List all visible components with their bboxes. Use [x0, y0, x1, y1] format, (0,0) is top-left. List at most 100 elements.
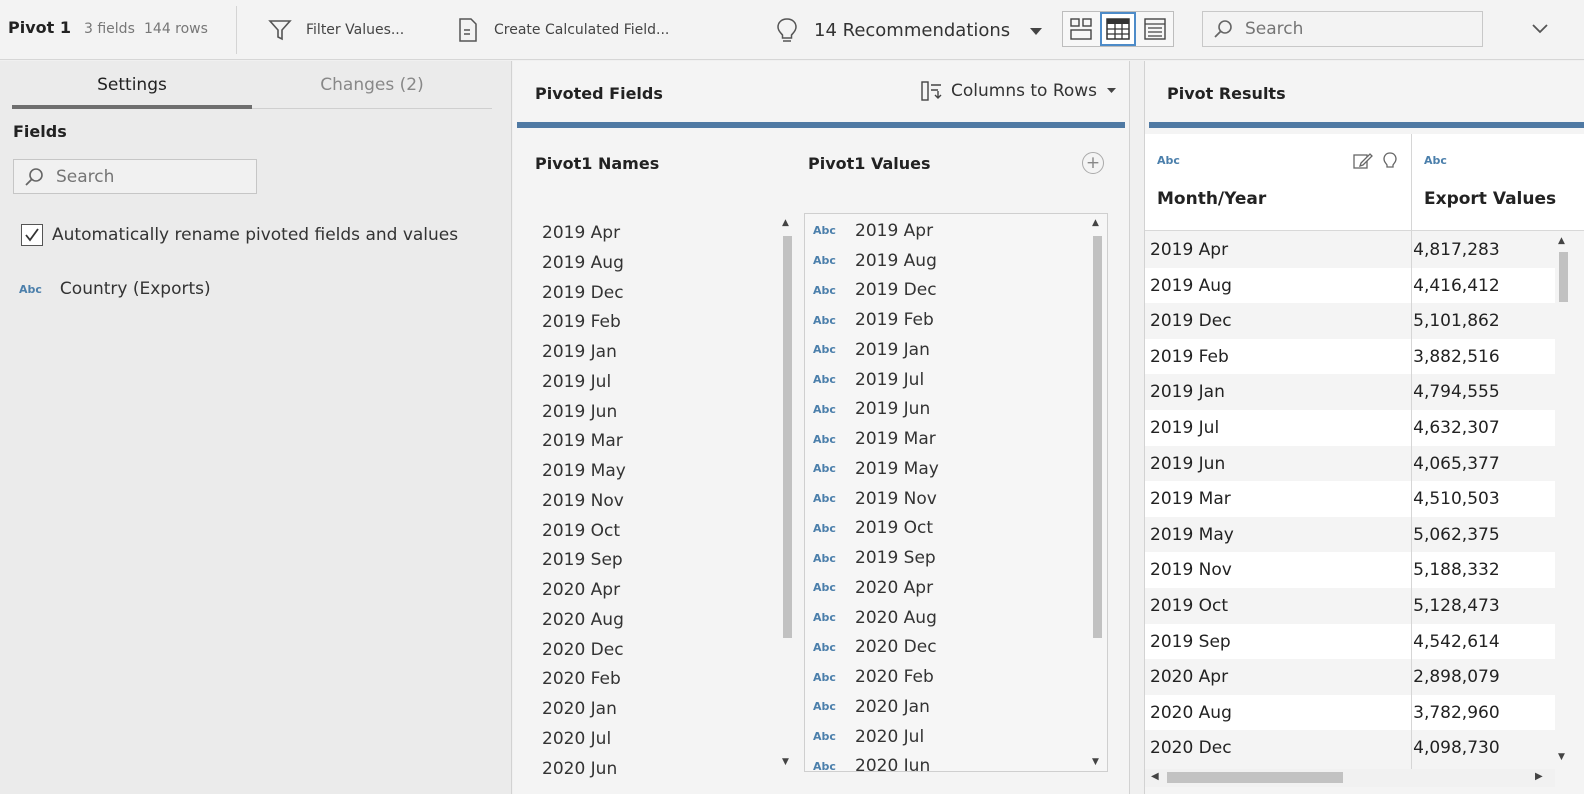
cell-export-values[interactable]: 5,101,862	[1407, 303, 1555, 339]
table-row[interactable]: 2019 Mar 4,510,503	[1145, 481, 1555, 517]
scrollbar-thumb[interactable]	[1093, 236, 1102, 638]
scroll-down-icon[interactable]: ▼	[1092, 757, 1099, 767]
pivot-name-item[interactable]: 2019 Sep	[542, 545, 772, 575]
table-row[interactable]: 2019 Sep 4,542,614	[1145, 623, 1555, 660]
cell-export-values[interactable]: 4,098,730	[1407, 730, 1555, 766]
pivot-value-item[interactable]: Abc 2019 Jul	[805, 365, 1089, 395]
scrollbar-thumb[interactable]	[1167, 772, 1343, 783]
cell-export-values[interactable]: 4,542,614	[1407, 624, 1555, 660]
scroll-right-icon[interactable]: ▶	[1535, 771, 1543, 782]
cell-export-values[interactable]: 3,882,516	[1407, 339, 1555, 375]
pivot-value-item[interactable]: Abc 2019 May	[805, 454, 1089, 484]
results-vertical-scrollbar[interactable]: ▲ ▼	[1557, 232, 1569, 766]
table-row[interactable]: 2019 Jan 4,794,555	[1145, 374, 1555, 410]
names-scrollbar[interactable]: ▲ ▼	[781, 218, 793, 770]
pivot-value-item[interactable]: Abc 2019 Jan	[805, 335, 1089, 365]
pivot-value-item[interactable]: Abc 2019 Oct	[805, 514, 1089, 544]
table-row[interactable]: 2019 Oct 5,128,473	[1145, 587, 1555, 624]
results-horizontal-scrollbar[interactable]: ◀ ▶	[1145, 769, 1555, 787]
values-scrollbar[interactable]: ▲ ▼	[1091, 218, 1103, 770]
fields-search[interactable]	[13, 159, 257, 194]
pivot-value-item[interactable]: Abc 2019 Mar	[805, 424, 1089, 454]
pivot-value-item[interactable]: Abc 2020 Aug	[805, 603, 1089, 633]
pivot-value-item[interactable]: Abc 2020 Dec	[805, 633, 1089, 663]
table-row[interactable]: 2019 Dec 5,101,862	[1145, 303, 1555, 339]
pivot-value-item[interactable]: Abc 2019 Nov	[805, 484, 1089, 514]
scroll-down-icon[interactable]: ▼	[1558, 752, 1565, 762]
cell-export-values[interactable]: 4,817,283	[1407, 232, 1555, 268]
cell-month-year[interactable]: 2019 Oct	[1145, 588, 1407, 624]
pivot-value-item[interactable]: Abc 2019 Sep	[805, 543, 1089, 573]
cell-month-year[interactable]: 2019 Nov	[1145, 552, 1407, 588]
list-view-button[interactable]	[1136, 12, 1173, 46]
cell-month-year[interactable]: 2020 Aug	[1145, 695, 1407, 731]
cell-export-values[interactable]: 4,510,503	[1407, 481, 1555, 517]
cell-month-year[interactable]: 2019 Feb	[1145, 339, 1407, 375]
pivot-value-item[interactable]: Abc 2020 Feb	[805, 662, 1089, 692]
pivot-name-item[interactable]: 2019 Oct	[542, 516, 772, 546]
table-row[interactable]: 2020 Aug 3,782,960	[1145, 694, 1555, 731]
pivot-name-item[interactable]: 2020 Dec	[542, 635, 772, 665]
cell-export-values[interactable]: 5,062,375	[1407, 517, 1555, 553]
cell-export-values[interactable]: 5,188,332	[1407, 552, 1555, 588]
grid-view-button[interactable]	[1099, 12, 1137, 46]
pivot-value-item[interactable]: Abc 2019 Apr	[805, 216, 1089, 246]
pivot-name-item[interactable]: 2020 Aug	[542, 605, 772, 635]
recommendations-dropdown[interactable]: 14 Recommendations	[776, 14, 1043, 46]
pivot-name-item[interactable]: 2019 Jan	[542, 337, 772, 367]
column-header-export-values[interactable]: Abc Export Values	[1412, 134, 1584, 231]
pivot-value-item[interactable]: Abc 2019 Aug	[805, 246, 1089, 276]
table-row[interactable]: 2019 Aug 4,416,412	[1145, 267, 1555, 304]
tab-changes[interactable]: Changes (2)	[252, 75, 492, 109]
pivot-value-item[interactable]: Abc 2020 Jul	[805, 722, 1089, 752]
filter-values-button[interactable]: Filter Values...	[268, 14, 404, 46]
scroll-down-icon[interactable]: ▼	[782, 757, 789, 767]
cell-month-year[interactable]: 2019 Sep	[1145, 624, 1407, 660]
create-calculated-field-button[interactable]: Create Calculated Field...	[458, 14, 669, 46]
profile-view-button[interactable]	[1063, 12, 1100, 46]
toolbar-search[interactable]	[1202, 11, 1483, 47]
cell-month-year[interactable]: 2019 Dec	[1145, 303, 1407, 339]
scroll-up-icon[interactable]: ▲	[1558, 236, 1565, 246]
pivot-name-item[interactable]: 2019 Jun	[542, 397, 772, 427]
pivot-name-item[interactable]: 2019 Apr	[542, 218, 772, 248]
pivot-name-item[interactable]: 2020 Jan	[542, 694, 772, 724]
fields-search-input[interactable]	[56, 166, 246, 187]
table-row[interactable]: 2020 Dec 4,098,730	[1145, 730, 1555, 766]
table-row[interactable]: 2019 Feb 3,882,516	[1145, 338, 1555, 375]
table-row[interactable]: 2019 Jul 4,632,307	[1145, 409, 1555, 446]
table-row[interactable]: 2019 Nov 5,188,332	[1145, 552, 1555, 588]
pivot-name-item[interactable]: 2019 Jul	[542, 367, 772, 397]
cell-export-values[interactable]: 4,065,377	[1407, 446, 1555, 482]
cell-month-year[interactable]: 2019 Jan	[1145, 374, 1407, 410]
pivot-name-item[interactable]: 2019 Nov	[542, 486, 772, 516]
scrollbar-thumb[interactable]	[783, 236, 792, 638]
field-item[interactable]: Abc Country (Exports)	[19, 279, 211, 299]
tab-settings[interactable]: Settings	[12, 75, 252, 109]
pivot-value-item[interactable]: Abc 2020 Apr	[805, 573, 1089, 603]
pivot-name-item[interactable]: 2019 Dec	[542, 278, 772, 308]
pivot-name-item[interactable]: 2019 May	[542, 456, 772, 486]
add-pivot-column-button[interactable]: +	[1082, 152, 1104, 174]
pivot-name-item[interactable]: 2019 Feb	[542, 307, 772, 337]
pivot-value-item[interactable]: Abc 2020 Jun	[805, 752, 1089, 771]
cell-export-values[interactable]: 4,632,307	[1407, 410, 1555, 446]
rename-edit-icon[interactable]	[1353, 152, 1373, 174]
cell-export-values[interactable]: 3,782,960	[1407, 695, 1555, 731]
pivot-value-item[interactable]: Abc 2020 Jan	[805, 692, 1089, 722]
cell-month-year[interactable]: 2020 Apr	[1145, 659, 1407, 695]
pivot-name-item[interactable]: 2020 Jul	[542, 724, 772, 754]
pivot-value-item[interactable]: Abc 2019 Jun	[805, 395, 1089, 425]
table-row[interactable]: 2019 Apr 4,817,283	[1145, 232, 1555, 268]
cell-month-year[interactable]: 2019 Apr	[1145, 232, 1407, 268]
cell-export-values[interactable]: 5,128,473	[1407, 588, 1555, 624]
table-row[interactable]: 2019 May 5,062,375	[1145, 516, 1555, 553]
pivot-name-item[interactable]: 2019 Aug	[542, 248, 772, 278]
pivot-name-item[interactable]: 2020 Apr	[542, 575, 772, 605]
cell-month-year[interactable]: 2019 Aug	[1145, 268, 1407, 304]
cell-export-values[interactable]: 4,794,555	[1407, 374, 1555, 410]
cell-month-year[interactable]: 2020 Dec	[1145, 730, 1407, 766]
chevron-down-icon[interactable]	[1530, 18, 1550, 42]
pivot-mode-dropdown[interactable]: Columns to Rows	[921, 81, 1117, 101]
cell-month-year[interactable]: 2019 Jun	[1145, 446, 1407, 482]
